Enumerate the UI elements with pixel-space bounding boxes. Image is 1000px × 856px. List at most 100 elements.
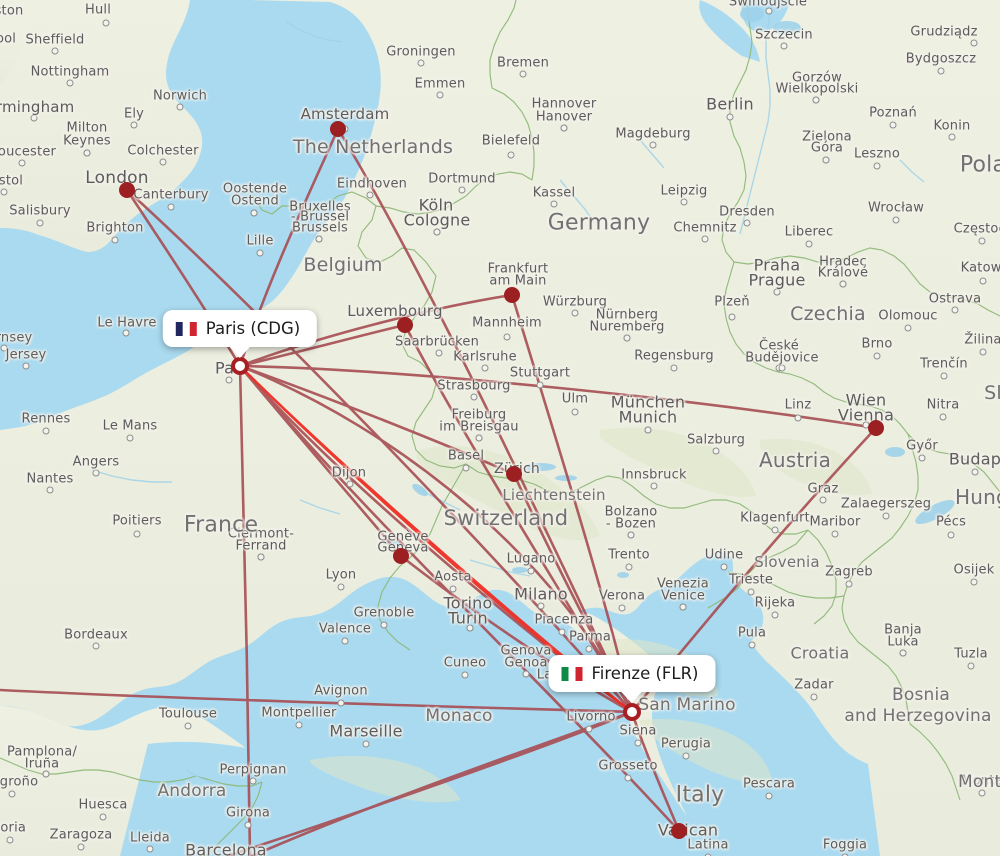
city-innsbruck-dot [650,482,658,490]
node-vienna[interactable] [868,420,884,436]
city-lyon-dot [337,583,345,591]
city-venice-dot [679,603,687,611]
city-budejovice-dot [778,364,786,372]
node-frankfurt[interactable] [504,287,520,303]
firenze-tooltip[interactable]: Firenze (FLR) [548,655,716,703]
city-swinoujscie-dot [765,7,773,15]
city-pula-dot [748,641,756,649]
city-ferrand-dot [257,553,265,561]
city-zilina-dot [979,348,987,356]
city-lleida-dot [146,845,154,853]
city-poitiers-dot [133,530,141,538]
city-stuttgart-dot [536,381,544,389]
city-nottingham-dot [66,79,74,87]
city-olomouc-dot [904,324,912,332]
city-regensburg-dot [670,364,678,372]
node-zurich[interactable] [506,466,522,482]
city-paris-dot [225,376,233,384]
route-marseille-firenze [0,688,634,714]
city-avignon-dot [337,699,345,707]
city-dortmund-dot [458,186,466,194]
city-zadar-dot [810,693,818,701]
city-plzen-dot [728,313,736,321]
city-cuneo-dot [461,671,469,679]
city-hull-dot [102,19,110,27]
city-lugano-dot [527,567,535,575]
city-magdeburg-dot [649,141,657,149]
city-mannheim-dot [503,333,511,341]
city-eindhoven-dot [366,191,374,199]
city-girona-dot [244,821,252,829]
city-perpignan-dot [249,777,257,785]
city-angers-dot [92,469,100,477]
city-prague-dot [773,288,781,296]
city-berlin-dot [726,113,734,121]
city-klagenfurt-dot [771,526,779,534]
city-marseille-dot [362,740,370,748]
city-gyor-dot [918,454,926,462]
city-osijek-dot [970,578,978,586]
city-dresden-dot [743,219,751,227]
firenze-flr-hub[interactable] [623,703,641,721]
flight-route-map[interactable]: HullSheffieldNottinghamstonoolirminghamN… [0,0,1000,856]
city-pescara-dot [765,792,773,800]
flag-france-icon [175,321,197,336]
city-bydgoszcz-dot [937,67,945,75]
city-emmen-dot [436,91,444,99]
city-rijeka-dot [771,611,779,619]
city-chemnitz-dot [701,235,709,243]
city-le-mans-dot [126,434,134,442]
paris-cdg-hub[interactable] [231,357,249,375]
node-amsterdam[interactable] [330,121,346,137]
city-norwich-dot [176,103,184,111]
city-aosta-dot [449,585,457,593]
city-keynes-dot [83,149,91,157]
node-london[interactable] [119,182,135,198]
paris-tooltip-pointer [228,346,251,358]
city-pecs-dot [947,531,955,539]
paris-tooltip[interactable]: Paris (CDG) [162,310,318,358]
city-katowice-dot [979,277,987,285]
node-rome[interactable] [671,823,687,839]
city-budapest-dot [971,468,979,476]
city-karlsruhe-dot [481,364,489,372]
city-salzburg-dot [712,447,720,455]
city-hanover-dot [560,124,568,132]
city-zalaegerszeg-dot [882,512,890,520]
city-gora-dot [822,156,830,164]
city-piacenza-dot [558,628,566,636]
city-dijon-dot [346,480,354,488]
city-udine-dot [720,563,728,571]
city-konin-dot [948,133,956,141]
city-munich-dot [644,426,652,434]
city-trento-dot [625,563,633,571]
firenze-tooltip-label: Firenze (FLR) [591,664,699,683]
city-brighton-dot [111,236,119,244]
city-groningen-dot [417,59,425,67]
city-brussels-dot [315,235,323,243]
city-canterbury-dot [167,203,175,211]
city-le-havre-dot [122,329,130,337]
city-leszno-dot [873,162,881,170]
city-tuzla-dot [967,662,975,670]
node-geneva[interactable] [393,548,409,564]
city-linz-dot [794,414,802,422]
city-gloucester-dot [18,159,26,167]
city-colchester-dot [159,158,167,166]
city-saarbrucken-dot [435,349,443,357]
city-soria-dot [6,836,14,844]
city-wurzburg-dot [571,309,579,317]
city-graz-dot [819,496,827,504]
city-jersey-dot [22,362,30,370]
flight-routes-layer [0,127,878,856]
city-leipzig-dot [680,198,688,206]
route-paris-vienna [238,364,878,430]
city-valence-dot [341,637,349,645]
city-im-breisgau-dot [475,434,483,442]
node-luxembourg[interactable] [397,317,413,333]
city-wielkopolski-dot [812,96,820,104]
city-parma-dot [585,645,593,653]
city-nitra-dot [939,413,947,421]
firenze-tooltip-pointer [620,691,643,703]
city-ostrava-dot [951,306,959,314]
